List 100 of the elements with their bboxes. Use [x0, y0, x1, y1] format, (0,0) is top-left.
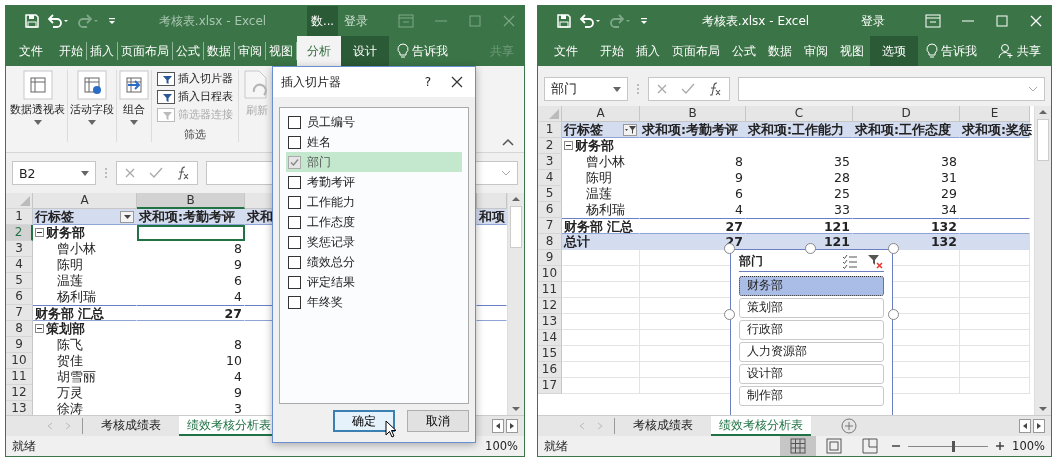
- zoom-out-icon[interactable]: [892, 442, 901, 450]
- ribbon-button[interactable]: 数据透视表: [10, 70, 65, 125]
- undo-icon[interactable]: [578, 13, 602, 29]
- clear-filter-icon[interactable]: [868, 254, 884, 269]
- hscroll-left-icon[interactable]: [1019, 419, 1031, 433]
- checkbox[interactable]: [288, 195, 301, 209]
- slicer-item[interactable]: 策划部: [739, 298, 884, 318]
- vertical-scrollbar[interactable]: [1034, 106, 1051, 415]
- row-label: 行标签: [35, 209, 75, 224]
- check-icon[interactable]: [681, 83, 695, 95]
- checkbox[interactable]: [288, 295, 301, 309]
- slicer-item[interactable]: 人力资源部: [739, 342, 884, 362]
- column-header[interactable]: A: [562, 106, 640, 122]
- slicer-panel[interactable]: 部门 财务部 策划部 行政部 人力资源部 设计部 制作部: [730, 249, 893, 415]
- ribbon-tab[interactable]: 选项: [870, 36, 918, 66]
- sheet-tab[interactable]: 考核成绩表: [625, 416, 701, 436]
- slicer-item[interactable]: 设计部: [739, 364, 884, 384]
- ribbon-button[interactable]: 插入日程表: [157, 88, 233, 106]
- close-icon[interactable]: [451, 76, 463, 88]
- ribbon-tab[interactable]: 插入: [630, 36, 666, 66]
- slicer-item[interactable]: 财务部: [739, 276, 884, 296]
- row-number[interactable]: 3: [538, 154, 562, 170]
- name-box[interactable]: 部门: [544, 77, 628, 101]
- share-button[interactable]: 共享: [1017, 43, 1041, 59]
- check-icon[interactable]: [149, 167, 163, 179]
- formula-input[interactable]: [738, 77, 1045, 101]
- field-item[interactable]: 姓名: [286, 132, 462, 152]
- filter-dropdown-button[interactable]: [623, 123, 637, 136]
- checkbox[interactable]: [288, 115, 301, 129]
- field-item[interactable]: 奖惩记录: [286, 232, 462, 252]
- field-item[interactable]: 年终奖: [286, 292, 462, 312]
- ribbon-tab[interactable]: 公式: [726, 36, 762, 66]
- field-item[interactable]: 员工编号: [286, 112, 462, 132]
- row-number[interactable]: 16: [538, 362, 562, 378]
- ribbon-button[interactable]: 组合: [119, 70, 149, 125]
- table-cell: 132: [853, 234, 960, 250]
- grid-cell: [960, 266, 1030, 282]
- ribbon-tab[interactable]: 文件: [548, 36, 584, 66]
- normal-view-icon[interactable]: [780, 436, 817, 456]
- column-header[interactable]: B: [640, 106, 746, 122]
- function-icon[interactable]: [708, 82, 723, 96]
- row-number[interactable]: 13: [538, 314, 562, 330]
- zoom-in-icon[interactable]: [996, 442, 1005, 450]
- checkbox[interactable]: [288, 215, 301, 229]
- column-header[interactable]: D: [853, 106, 960, 122]
- customize-icon[interactable]: [638, 15, 650, 27]
- scroll-up-icon[interactable]: [1038, 109, 1048, 115]
- row-number[interactable]: 5: [538, 186, 562, 202]
- row-number[interactable]: 1: [538, 122, 562, 138]
- checkbox[interactable]: [288, 255, 301, 269]
- zoom-thumb[interactable]: [952, 440, 956, 452]
- table-cell-text: 4: [233, 289, 243, 305]
- tell-me-field[interactable]: 告诉我: [941, 43, 977, 59]
- checkbox[interactable]: [288, 235, 301, 249]
- row-number[interactable]: 9: [538, 250, 562, 266]
- row-number[interactable]: 11: [538, 282, 562, 298]
- collapse-icon[interactable]: [564, 141, 573, 150]
- ribbon-tab[interactable]: 数据: [762, 36, 798, 66]
- row-number[interactable]: 4: [538, 170, 562, 186]
- ribbon-tab[interactable]: 页面布局: [666, 36, 726, 66]
- ribbon-button[interactable]: 活动字段: [70, 70, 114, 125]
- field-item[interactable]: 绩效总分: [286, 252, 462, 272]
- field-item[interactable]: 工作态度: [286, 212, 462, 232]
- checkbox[interactable]: [288, 135, 301, 149]
- row-number[interactable]: 12: [538, 298, 562, 314]
- multi-select-icon[interactable]: [842, 254, 858, 269]
- add-sheet-icon[interactable]: [841, 418, 857, 434]
- row-number[interactable]: 10: [538, 266, 562, 282]
- ribbon-tab[interactable]: 开始: [594, 36, 630, 66]
- field-item[interactable]: 考勤考评: [286, 172, 462, 192]
- checkbox[interactable]: [288, 275, 301, 289]
- hscroll-right-icon[interactable]: [1033, 419, 1045, 433]
- row-number[interactable]: 2: [538, 138, 562, 154]
- field-item[interactable]: 工作能力: [286, 192, 462, 212]
- column-header[interactable]: C: [746, 106, 853, 122]
- slicer-item[interactable]: 制作部: [739, 386, 884, 406]
- status-text: 就绪: [12, 438, 36, 454]
- row-number[interactable]: 6: [538, 202, 562, 218]
- function-icon[interactable]: [176, 166, 191, 180]
- row-number[interactable]: 17: [538, 378, 562, 394]
- row-number[interactable]: 15: [538, 346, 562, 362]
- help-button[interactable]: ?: [424, 75, 431, 89]
- grid-cell: [960, 314, 1030, 330]
- scroll-down-icon[interactable]: [1038, 406, 1048, 412]
- sheet-tab[interactable]: 绩效考核分析表: [711, 416, 811, 436]
- field-item[interactable]: 评定结果: [286, 272, 462, 292]
- ribbon-tab[interactable]: 视图: [834, 36, 870, 66]
- row-number[interactable]: 8: [538, 234, 562, 250]
- column-header[interactable]: E: [960, 106, 1030, 122]
- zoom-level[interactable]: 100%: [1012, 439, 1045, 453]
- row-number[interactable]: 7: [538, 218, 562, 234]
- save-icon[interactable]: [556, 13, 572, 29]
- slicer-item[interactable]: 行政部: [739, 320, 884, 340]
- checkbox[interactable]: [288, 175, 301, 189]
- scroll-thumb[interactable]: [1037, 119, 1049, 161]
- row-number[interactable]: 14: [538, 330, 562, 346]
- ribbon-button[interactable]: 插入切片器: [157, 70, 233, 88]
- sign-in-link[interactable]: 登录: [861, 13, 885, 29]
- ribbon-tab[interactable]: 审阅: [798, 36, 834, 66]
- table-cell-text: 杨利瑞: [56, 289, 97, 305]
